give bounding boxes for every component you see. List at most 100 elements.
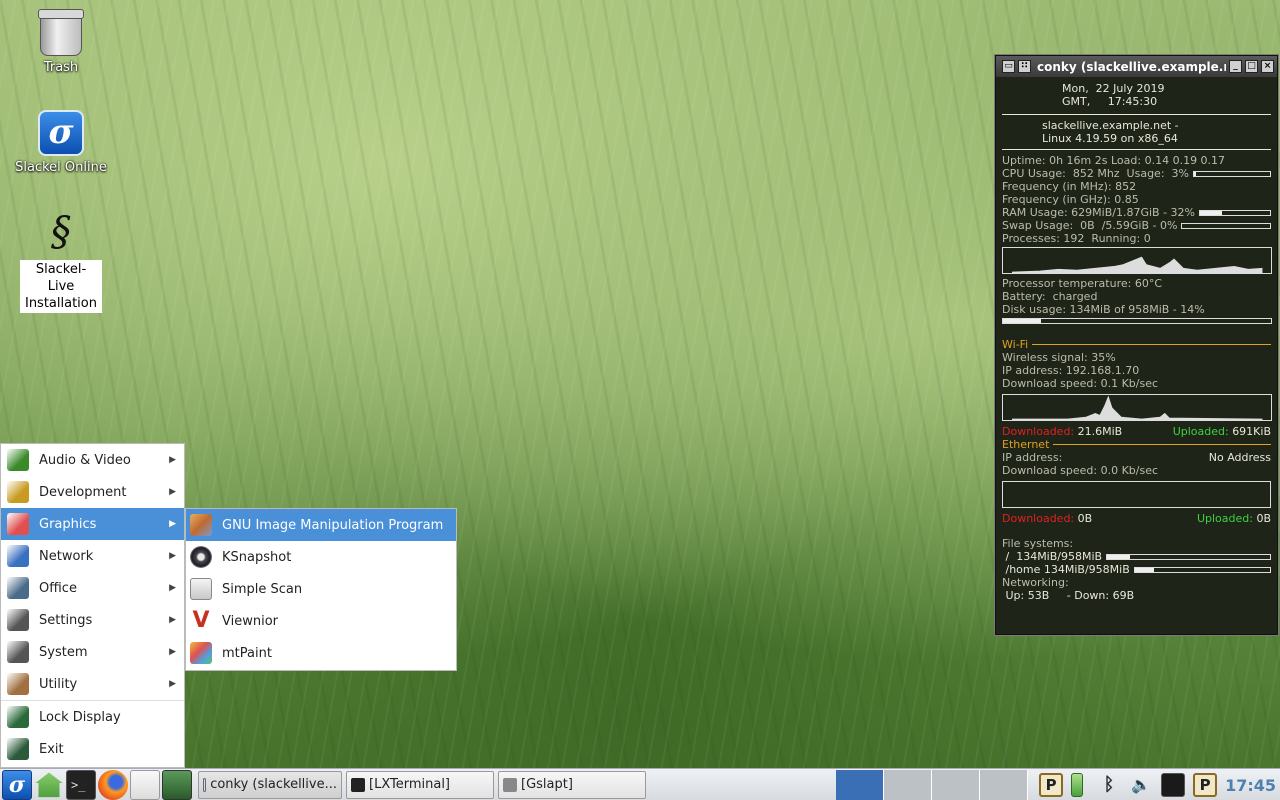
package-update-icon[interactable]: P: [1039, 773, 1064, 797]
window-title: conky (slackellive.example.net): [1037, 59, 1226, 74]
menu-item-system[interactable]: System ▶: [1, 636, 184, 668]
menu-item-office[interactable]: Office ▶: [1, 572, 184, 604]
hostname: slackellive.example.net -: [1042, 119, 1179, 132]
chevron-right-icon: ▶: [169, 583, 176, 593]
window-icon: [203, 777, 207, 792]
kernel: Linux 4.19.59 on x86_64: [1042, 132, 1178, 145]
menu-item-label: Graphics: [39, 516, 97, 532]
terminal-launcher-icon[interactable]: >_: [66, 769, 96, 800]
eth-download-speed: Download speed: 0.0 Kb/sec: [1002, 464, 1159, 477]
bluetooth-icon[interactable]: ᛒ: [1097, 773, 1121, 797]
ethernet-header: Ethernet: [1002, 438, 1271, 451]
taskbar-task-gslapt[interactable]: [Gslapt]: [498, 770, 646, 799]
conky-window: ▭ ∷ conky (slackellive.example.net) _ □ …: [995, 55, 1278, 635]
wifi-ip: IP address: 192.168.1.70: [1002, 364, 1140, 377]
office-icon: [7, 577, 29, 599]
taskbar-task-conky[interactable]: conky (slackellive...: [198, 770, 342, 799]
close-button[interactable]: ×: [1261, 60, 1274, 73]
task-label: [Gslapt]: [521, 777, 573, 792]
conky-titlebar[interactable]: ▭ ∷ conky (slackellive.example.net) _ □ …: [996, 56, 1277, 77]
submenu-item-simple-scan[interactable]: Simple Scan: [186, 573, 456, 605]
submenu-item-label: Viewnior: [222, 613, 278, 629]
desktop-icon-slackel-install[interactable]: § Slackel-Live Installation: [13, 210, 109, 313]
desktop-icon-slackel-online[interactable]: σ Slackel Online: [13, 110, 109, 175]
text-editor-icon[interactable]: [130, 769, 160, 800]
wifi-uploaded-label: Uploaded:: [1172, 425, 1229, 438]
workspace-1[interactable]: [836, 770, 884, 800]
volume-icon[interactable]: 🔈: [1129, 773, 1153, 797]
chevron-right-icon: ▶: [169, 615, 176, 625]
menu-item-label: Office: [39, 580, 77, 596]
freq-ghz: Frequency (in GHz): 0.85: [1002, 193, 1139, 206]
minimize-button[interactable]: _: [1229, 60, 1242, 73]
submenu-item-ksnapshot[interactable]: KSnapshot: [186, 541, 456, 573]
firefox-icon[interactable]: [98, 769, 128, 800]
workspace-4[interactable]: [980, 770, 1028, 800]
clock[interactable]: 17:45: [1225, 776, 1276, 795]
taskbar: σ >_ conky (slackellive... [LXTerminal] …: [0, 768, 1280, 800]
installer-icon: §: [51, 209, 71, 255]
networking-header: Networking:: [1002, 576, 1069, 589]
battery-status: Battery: charged: [1002, 290, 1098, 303]
wifi-signal: Wireless signal: 35%: [1002, 351, 1116, 364]
date-line: Mon, 22 July 2019: [1062, 82, 1165, 95]
menu-item-network[interactable]: Network ▶: [1, 540, 184, 572]
start-menu-button[interactable]: σ: [2, 769, 32, 800]
desktop-icon-label: Slackel Online: [15, 160, 107, 175]
maximize-button[interactable]: □: [1245, 60, 1258, 73]
workspace-3[interactable]: [932, 770, 980, 800]
wifi-uploaded-value: 691KiB: [1232, 425, 1271, 438]
chevron-right-icon: ▶: [169, 519, 176, 529]
gimp-icon: [190, 514, 212, 536]
menu-item-label: Network: [39, 548, 94, 564]
workspace-2[interactable]: [884, 770, 932, 800]
ram-bar: [1199, 209, 1271, 216]
menu-item-lock-display[interactable]: Lock Display: [1, 701, 184, 733]
window-menu-icon[interactable]: ▭: [1002, 60, 1015, 73]
trash-icon: [38, 9, 84, 56]
desktop-icon-label: Slackel-Live Installation: [20, 260, 102, 313]
menu-item-graphics[interactable]: Graphics ▶: [1, 508, 184, 540]
desktop-icon-trash[interactable]: Trash: [13, 9, 109, 75]
package-manager-tray-icon[interactable]: P: [1193, 773, 1218, 797]
menu-item-exit[interactable]: Exit: [1, 733, 184, 765]
chevron-right-icon: ▶: [169, 551, 176, 561]
network-monitor-icon[interactable]: [1161, 773, 1186, 797]
menu-item-audio-video[interactable]: Audio & Video ▶: [1, 444, 184, 476]
audio-video-icon: [7, 449, 29, 471]
menu-item-settings[interactable]: Settings ▶: [1, 604, 184, 636]
task-label: [LXTerminal]: [369, 777, 451, 792]
submenu-item-viewnior[interactable]: V Viewnior: [186, 605, 456, 637]
battery-icon[interactable]: [1071, 773, 1084, 797]
eth-uploaded-value: 0B: [1256, 512, 1271, 525]
menu-item-label: Audio & Video: [39, 452, 131, 468]
chevron-right-icon: ▶: [169, 487, 176, 497]
window-sticky-icon[interactable]: ∷: [1018, 60, 1031, 73]
cpu-usage: CPU Usage: 852 Mhz Usage: 3%: [1002, 167, 1189, 180]
ram-usage: RAM Usage: 629MiB/1.87GiB - 32%: [1002, 206, 1196, 219]
disk-bar: [1002, 318, 1272, 324]
swap-bar: [1181, 222, 1271, 229]
chevron-right-icon: ▶: [169, 679, 176, 689]
home-folder-icon[interactable]: [35, 772, 63, 798]
cpu-bar: [1192, 170, 1271, 177]
ksnapshot-icon: [190, 546, 212, 568]
freq-mhz: Frequency (in MHz): 852: [1002, 180, 1137, 193]
gslapt-icon[interactable]: [162, 769, 192, 800]
wifi-downloaded-label: Downloaded:: [1002, 425, 1075, 438]
taskbar-task-lxterminal[interactable]: [LXTerminal]: [346, 770, 494, 799]
submenu-item-mtpaint[interactable]: mtPaint: [186, 637, 456, 669]
menu-item-utility[interactable]: Utility ▶: [1, 668, 184, 700]
menu-item-label: System: [39, 644, 88, 660]
wifi-header: Wi-Fi: [1002, 338, 1271, 351]
graphics-submenu: GNU Image Manipulation Program KSnapshot…: [185, 508, 457, 671]
eth-graph: [1002, 481, 1271, 508]
uptime: Uptime: 0h 16m 2s Load: 0.14 0.19 0.17: [1002, 154, 1226, 167]
cpu-graph: [1002, 247, 1272, 274]
gslapt-task-icon: [503, 777, 517, 792]
mtpaint-icon: [190, 642, 212, 664]
swap-usage: Swap Usage: 0B /5.59GiB - 0%: [1002, 219, 1178, 232]
menu-item-development[interactable]: Development ▶: [1, 476, 184, 508]
chevron-right-icon: ▶: [169, 455, 176, 465]
submenu-item-gimp[interactable]: GNU Image Manipulation Program: [186, 509, 456, 541]
